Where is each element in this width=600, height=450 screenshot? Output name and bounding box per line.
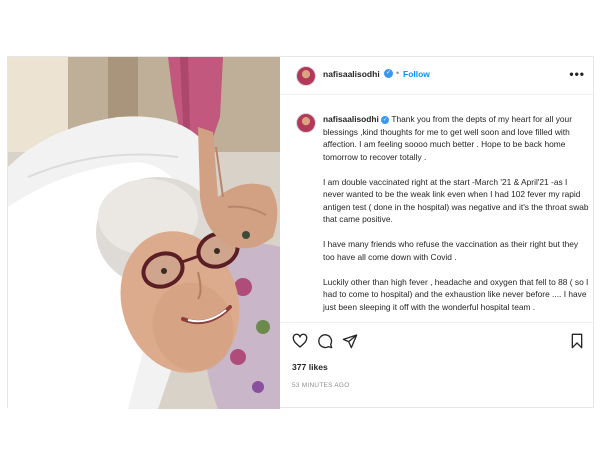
caption-paragraph-3: I have many friends who refuse the vacci… <box>323 239 579 262</box>
save-bookmark-icon[interactable] <box>569 333 585 349</box>
caption-paragraph-2: I am double vaccinated right at the star… <box>323 176 589 225</box>
action-bar <box>280 323 595 359</box>
comment-icon[interactable] <box>317 333 333 349</box>
post-timestamp[interactable]: 53 MINUTES AGO <box>292 382 349 389</box>
likes-count[interactable]: 377 likes <box>292 362 328 372</box>
header-username[interactable]: nafisaalisodhi <box>323 69 380 79</box>
instagram-post: nafisaalisodhi ✓ • Follow ••• nafisaalis… <box>7 56 595 409</box>
dot-separator: • <box>396 68 400 78</box>
caption-avatar[interactable] <box>296 113 316 133</box>
caption-paragraph-4: Luckily other than high fever , headache… <box>323 276 589 312</box>
post-photo-illustration <box>8 57 280 409</box>
like-heart-icon[interactable] <box>292 333 308 349</box>
caption: nafisaalisodhi ✓ Thank you from the dept… <box>323 113 589 322</box>
follow-button[interactable]: Follow <box>403 69 430 79</box>
avatar[interactable] <box>296 66 316 86</box>
post-header: nafisaalisodhi ✓ • Follow ••• <box>280 57 595 95</box>
post-details: nafisaalisodhi ✓ • Follow ••• nafisaalis… <box>280 57 595 409</box>
caption-username[interactable]: nafisaalisodhi <box>323 114 379 124</box>
more-options-icon[interactable]: ••• <box>569 67 585 81</box>
share-icon[interactable] <box>342 333 358 349</box>
post-photo[interactable] <box>8 57 280 409</box>
caption-area: nafisaalisodhi ✓ Thank you from the dept… <box>280 95 595 323</box>
verified-badge-icon: ✓ <box>384 69 393 78</box>
caption-paragraph-1: nafisaalisodhi ✓ Thank you from the dept… <box>323 113 589 163</box>
caption-verified-badge-icon: ✓ <box>381 116 390 124</box>
